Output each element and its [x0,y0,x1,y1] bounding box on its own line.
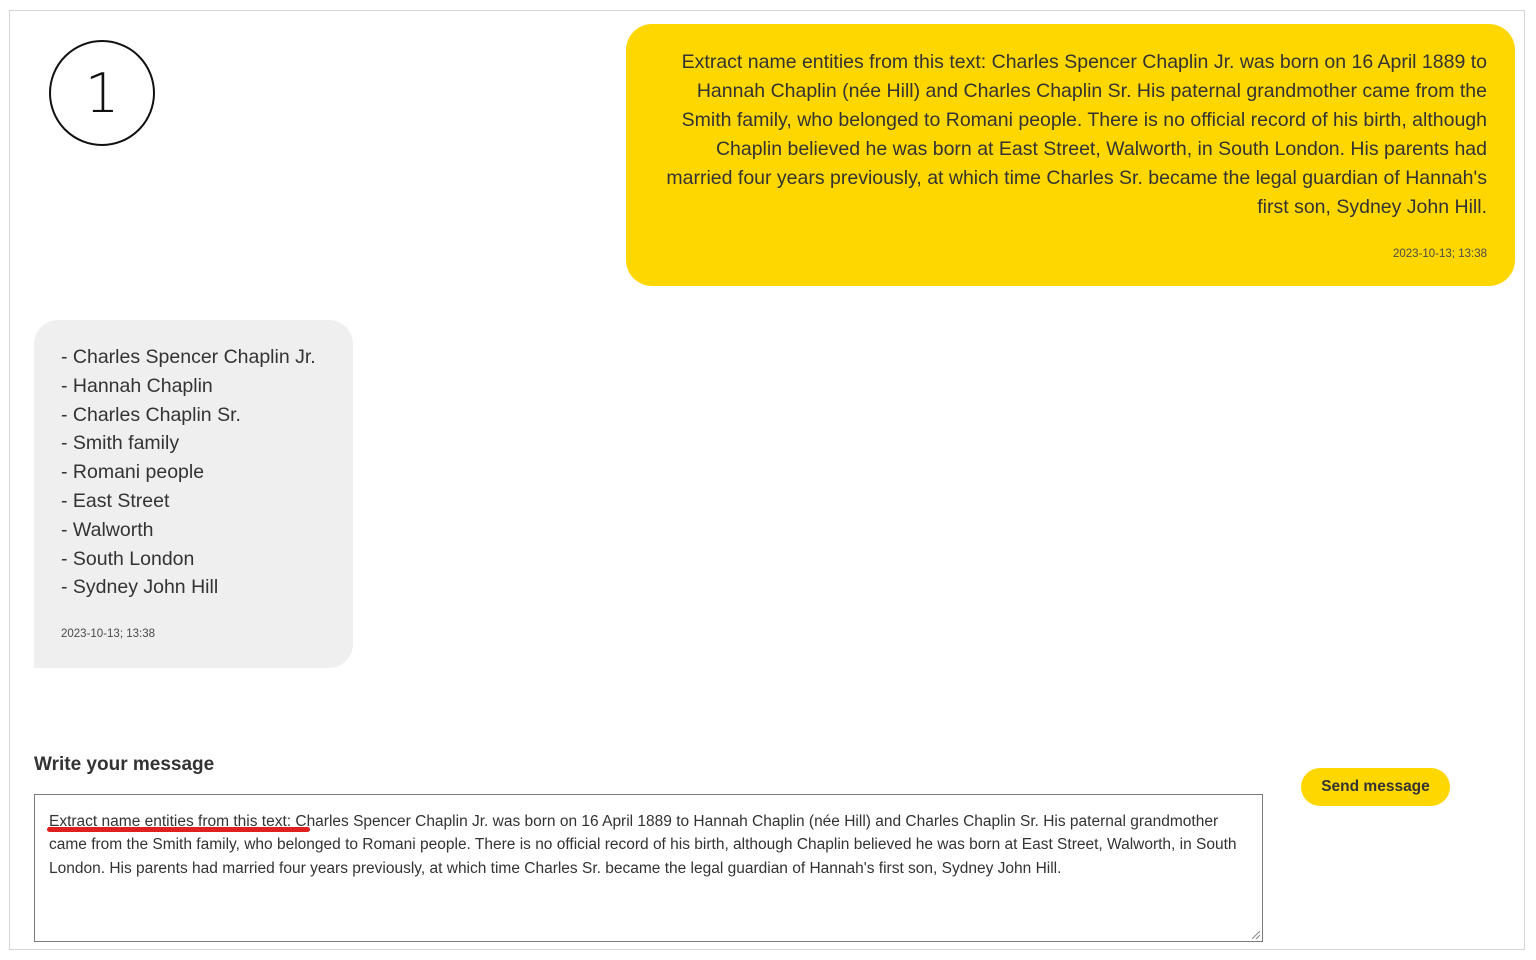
entity-item: - South London [61,547,195,570]
bot-message-timestamp: 2023-10-13; 13:38 [61,628,155,641]
entity-item: - Charles Chaplin Sr. [61,403,241,426]
entity-item: - East Street [61,489,170,512]
entity-item: - Hannah Chaplin [61,374,213,397]
send-message-button[interactable]: Send message [1301,768,1450,806]
bot-message-bubble: - Charles Spencer Chaplin Jr. - Hannah C… [34,320,353,668]
entity-list: - Charles Spencer Chaplin Jr. - Hannah C… [61,343,333,602]
entity-item: - Romani people [61,461,205,484]
message-textarea[interactable]: Extract name entities from this text: Ch… [34,794,1263,942]
user-message-text: Extract name entities from this text: Ch… [666,51,1487,218]
entity-item: - Charles Spencer Chaplin Jr. [61,346,316,368]
annotation-red-underline [47,827,310,832]
step-number: 1 [84,61,120,125]
user-message-bubble: Extract name entities from this text: Ch… [626,24,1515,286]
compose-label: Write your message [34,754,215,775]
entity-item: - Smith family [61,432,180,455]
entity-item: - Sydney John Hill [61,576,219,599]
step-number-badge: 1 [49,40,155,146]
resize-handle-icon[interactable] [1250,929,1260,939]
entity-item: - Walworth [61,518,154,541]
user-message-timestamp: 2023-10-13; 13:38 [1393,248,1487,260]
